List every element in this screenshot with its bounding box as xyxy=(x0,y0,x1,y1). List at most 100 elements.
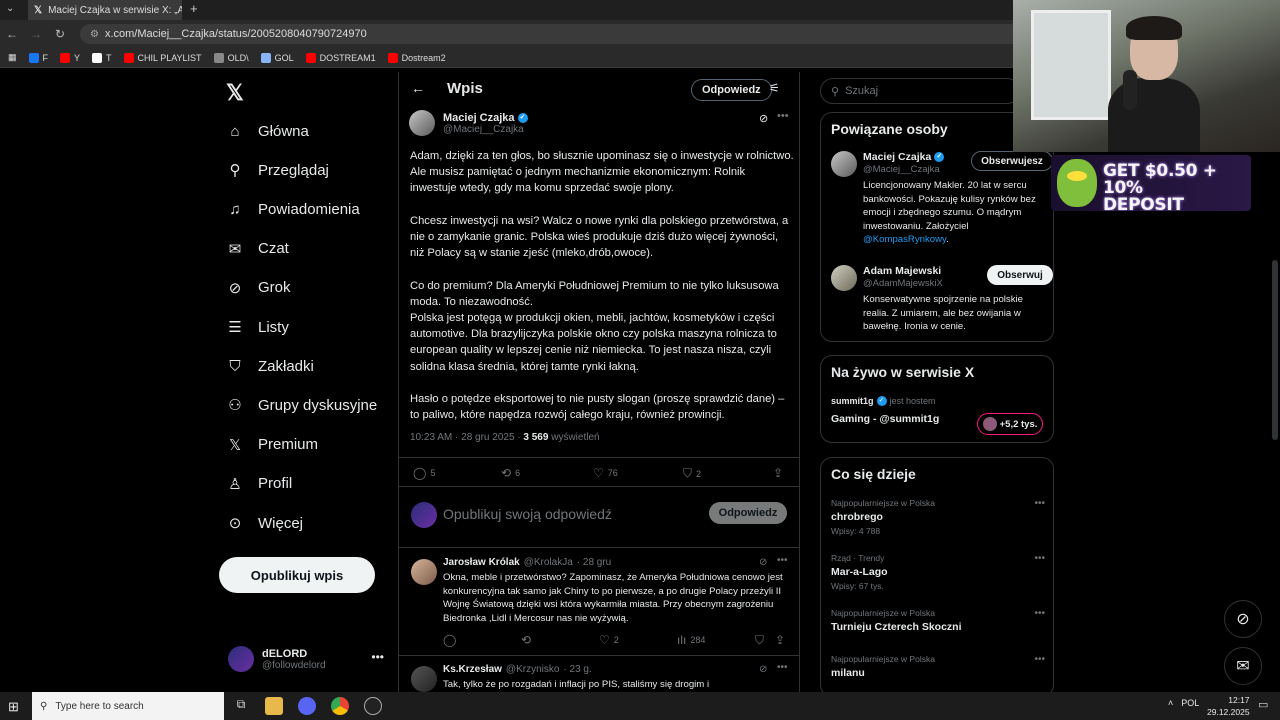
post-button[interactable]: Opublikuj wpis xyxy=(219,557,375,593)
site-info-icon[interactable]: ⚙ xyxy=(90,29,99,40)
person-name[interactable]: Maciej Czajka xyxy=(863,151,931,163)
nav-item-grok[interactable]: ⊘ Grok xyxy=(226,279,291,297)
person-handle[interactable]: @AdamMajewskiX xyxy=(863,278,943,289)
trend-item[interactable]: Najpopularniejsze w Polska Turnieju Czter… xyxy=(831,608,1045,633)
following-button[interactable]: Obserwujesz xyxy=(971,151,1053,171)
reply-author-handle[interactable]: @Krzynisko xyxy=(506,664,560,675)
new-tab-icon[interactable]: + xyxy=(190,1,198,16)
taskbar-search[interactable]: ⚲ Type here to search xyxy=(32,692,224,720)
nav-item-list[interactable]: ☰ Listy xyxy=(226,318,289,337)
host-name[interactable]: summit1g xyxy=(831,396,874,406)
person-handle[interactable]: @Maciej__Czajka xyxy=(863,164,940,175)
more-icon[interactable]: ••• xyxy=(1034,608,1045,619)
bookmark-item[interactable]: CHIL PLAYLIST xyxy=(123,52,202,63)
trend-item[interactable]: Najpopularniejsze w Polska chrobrego Wpisy… xyxy=(831,498,1045,536)
nav-item-person[interactable]: ♙ Profil xyxy=(226,475,292,493)
repost-action[interactable]: ⟲ 6 xyxy=(501,466,520,480)
url-field[interactable]: ⚙ x.com/Maciej__Czajka/status/2005208040… xyxy=(80,24,1020,44)
notifications-icon[interactable]: ▭ xyxy=(1258,698,1268,711)
reply-input[interactable]: Opublikuj swoją odpowiedź xyxy=(443,506,612,522)
task-view-icon[interactable]: ⧉ xyxy=(232,697,250,715)
obs-icon[interactable] xyxy=(364,697,382,715)
trend-item[interactable]: Rząd · Trendy Mar-a-Lago Wpisy: 67 tys. ••• xyxy=(831,553,1045,591)
post-author[interactable]: Maciej Czajka ✓ @Maciej__Czajka xyxy=(409,110,528,136)
more-icon[interactable]: ••• xyxy=(1034,654,1045,665)
language-indicator[interactable]: POL xyxy=(1181,698,1199,708)
back-icon[interactable]: ← xyxy=(0,27,24,41)
like-action[interactable]: ♡ 2 xyxy=(599,633,619,647)
avatar[interactable] xyxy=(411,559,437,585)
nav-item-x[interactable]: 𝕏 Premium xyxy=(226,436,318,454)
bookmark-item[interactable]: T xyxy=(92,52,112,63)
reload-icon[interactable]: ↻ xyxy=(48,27,72,41)
grok-icon[interactable]: ⊘ xyxy=(759,664,767,675)
nav-item-home[interactable]: ⌂ Główna xyxy=(226,122,308,140)
author-name[interactable]: Maciej Czajka xyxy=(443,112,515,124)
live-panel[interactable]: Na żywo w serwisie X summit1g ✓ jest hoste… xyxy=(820,355,1054,443)
share-action[interactable]: ⇪ xyxy=(773,466,783,480)
repost-action[interactable]: ⟲ xyxy=(521,633,531,647)
nav-item-bell[interactable]: ♫ Powiadomienia xyxy=(226,200,359,218)
taskbar-clock[interactable]: 12:17 29.12.2025 xyxy=(1207,694,1250,718)
nav-item-bookmark[interactable]: ⛉ Zakładki xyxy=(226,357,314,375)
bookmark-item[interactable]: DOSTREAM1 xyxy=(305,52,376,63)
scrollbar[interactable] xyxy=(1272,260,1278,440)
grok-float-button[interactable]: ⊘ xyxy=(1224,600,1262,638)
trend-item[interactable]: Najpopularniejsze w Polska milanu ••• xyxy=(831,654,1045,679)
x-logo-icon[interactable]: 𝕏 xyxy=(226,80,244,106)
messages-float-button[interactable]: ✉ xyxy=(1224,647,1262,685)
live-name[interactable]: Gaming - @summit1g xyxy=(831,413,939,425)
bookmark-action[interactable]: ⛉ 2 xyxy=(683,466,701,481)
chrome-app-icon[interactable] xyxy=(298,697,316,715)
reply-filter-button[interactable]: Odpowiedz xyxy=(691,79,772,101)
reply-time[interactable]: · 28 gru xyxy=(577,557,611,568)
bookmark-action[interactable]: ⛉ xyxy=(755,633,764,648)
bookmark-item[interactable]: Y xyxy=(60,52,80,63)
follow-button[interactable]: Obserwuj xyxy=(987,265,1053,285)
avatar[interactable] xyxy=(411,666,437,692)
post-time-text[interactable]: 10:23 AM · 28 gru 2025 · xyxy=(410,432,523,443)
promo-banner[interactable]: GET $0.50 + 10% DEPOSIT BONUS xyxy=(1051,155,1251,211)
views-action[interactable]: ılı 284 xyxy=(677,633,705,647)
avatar[interactable] xyxy=(409,110,435,136)
tray-chevron-icon[interactable]: ˄ xyxy=(1168,698,1173,708)
grok-icon[interactable]: ⊘ xyxy=(759,112,768,125)
author-handle[interactable]: @Maciej__Czajka xyxy=(443,124,528,135)
apps-icon[interactable]: ▦ xyxy=(8,52,17,63)
forward-icon[interactable]: → xyxy=(24,27,48,41)
like-action[interactable]: ♡ 76 xyxy=(593,466,618,480)
account-switcher[interactable]: dELORD @followdelord ••• xyxy=(228,646,388,672)
windows-start-icon[interactable]: ⊞ xyxy=(8,699,19,715)
reply-item[interactable]: Ks.Krzesław @Krzynisko · 23 g. ⊘ ••• Tak, … xyxy=(399,656,799,692)
bookmark-item[interactable]: OLD\ xyxy=(213,52,249,63)
avatar[interactable] xyxy=(831,151,857,177)
bookmark-item[interactable]: F xyxy=(28,52,48,63)
back-arrow-icon[interactable]: ← xyxy=(411,80,425,96)
reply-item[interactable]: Jarosław Królak @KrolakJa · 28 gru ⊘ ••• O… xyxy=(399,549,799,656)
nav-item-mail[interactable]: ✉ Czat xyxy=(226,240,289,258)
file-explorer-icon[interactable] xyxy=(265,697,283,715)
more-icon[interactable]: ••• xyxy=(1034,498,1045,509)
nav-item-people[interactable]: ⚇ Grupy dyskusyjne xyxy=(226,396,377,415)
more-icon[interactable]: ••• xyxy=(777,110,789,122)
bookmark-item[interactable]: GOL xyxy=(260,52,294,63)
bookmark-item[interactable]: Dostream2 xyxy=(387,52,446,63)
reply-time[interactable]: · 23 g. xyxy=(563,664,591,675)
filter-icon[interactable]: ⚟ xyxy=(769,81,780,95)
nav-item-search[interactable]: ⚲ Przeglądaj xyxy=(226,161,329,180)
more-icon[interactable]: ••• xyxy=(777,555,788,566)
share-action[interactable]: ⇪ xyxy=(775,633,785,647)
live-listeners-badge[interactable]: +5,2 tys. xyxy=(977,413,1043,435)
browser-tab[interactable]: 𝕏 Maciej Czajka w serwisie X: „A ✕ xyxy=(28,0,182,20)
reply-author-name[interactable]: Jarosław Królak xyxy=(443,557,520,568)
reply-author-handle[interactable]: @KrolakJa xyxy=(524,557,573,568)
more-icon[interactable]: ••• xyxy=(777,662,788,673)
reply-submit-button[interactable]: Odpowiedz xyxy=(709,502,787,524)
reply-author-name[interactable]: Ks.Krzesław xyxy=(443,664,502,675)
more-icon[interactable]: ••• xyxy=(1034,553,1045,564)
person-name[interactable]: Adam Majewski xyxy=(863,265,941,277)
reply-action[interactable]: ◯ 5 xyxy=(413,466,435,480)
reply-action[interactable]: ◯ xyxy=(443,633,456,647)
nav-item-more[interactable]: ⊙ Więcej xyxy=(226,514,303,533)
search-input[interactable]: ⚲ Szukaj xyxy=(820,78,1020,104)
